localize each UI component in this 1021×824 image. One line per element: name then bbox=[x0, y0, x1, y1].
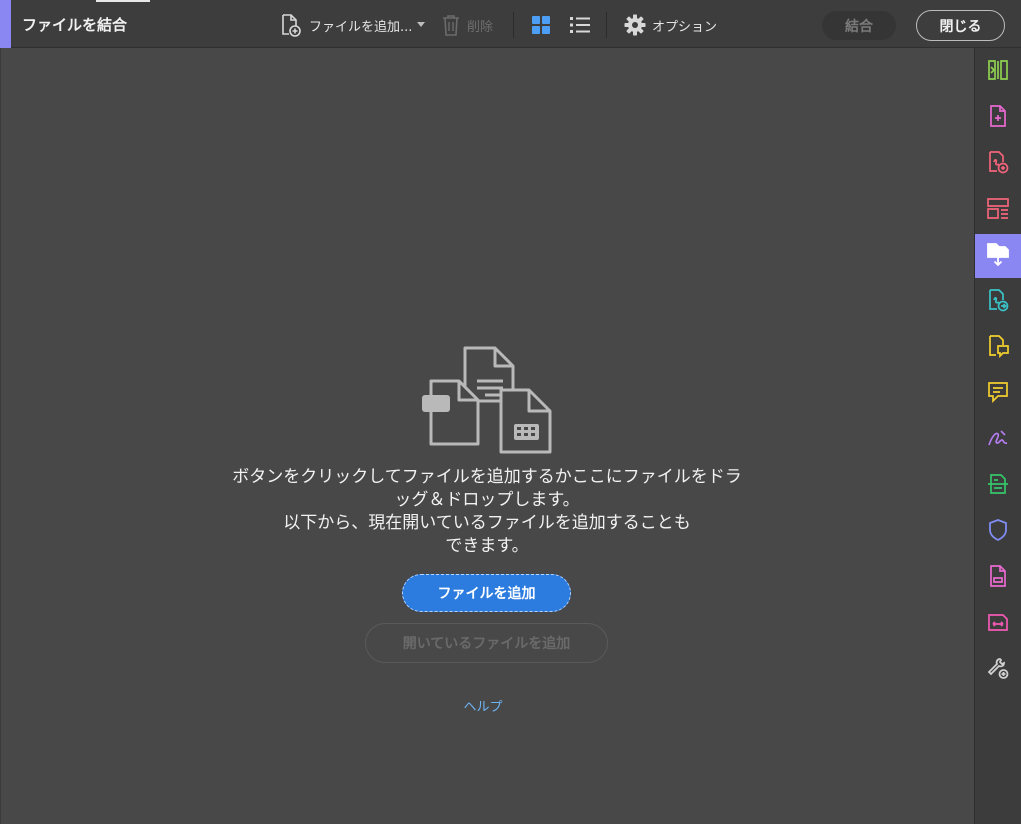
add-file-icon bbox=[279, 13, 303, 37]
tool-protect[interactable] bbox=[975, 510, 1021, 554]
message-line: ボタンをクリックしてファイルを追加するかここにファイルをドラ bbox=[232, 467, 742, 487]
top-toolbar: ファイルを結合 ファイルを追加... 削除 オプション 結合 閉じる bbox=[0, 0, 1021, 48]
tab-indicator bbox=[96, 0, 150, 2]
grid-view-button[interactable] bbox=[531, 11, 551, 39]
tool-organize-pages[interactable] bbox=[975, 188, 1021, 232]
tool-combine-files[interactable] bbox=[975, 234, 1021, 278]
combine-files-illustration bbox=[419, 345, 555, 461]
tools-rail bbox=[974, 48, 1021, 824]
more-tools-icon bbox=[986, 656, 1010, 684]
gear-icon bbox=[624, 14, 646, 36]
add-files-button[interactable]: ファイルを追加 bbox=[402, 574, 571, 612]
organize-pages-icon bbox=[986, 196, 1010, 224]
tool-more-tools[interactable] bbox=[975, 648, 1021, 692]
compare-files-icon bbox=[986, 58, 1010, 86]
toolbar-separator bbox=[513, 12, 514, 38]
send-for-review-icon bbox=[986, 288, 1010, 316]
window-title: ファイルを結合 bbox=[22, 16, 128, 34]
tool-redact[interactable] bbox=[975, 602, 1021, 646]
toolbar-separator bbox=[606, 12, 607, 38]
tool-comment[interactable] bbox=[975, 372, 1021, 416]
trash-icon bbox=[441, 13, 461, 37]
dropdown-caret-icon bbox=[417, 22, 426, 28]
options-label: オプション bbox=[652, 19, 718, 35]
create-pdf-icon bbox=[986, 104, 1010, 132]
comment-icon bbox=[986, 380, 1010, 408]
tool-fill-sign[interactable] bbox=[975, 418, 1021, 462]
tool-compare-files[interactable] bbox=[975, 50, 1021, 94]
add-files-label: ファイルを追加... bbox=[309, 19, 413, 35]
close-button[interactable]: 閉じる bbox=[916, 10, 1005, 41]
tool-send-for-review[interactable] bbox=[975, 280, 1021, 324]
window-accent-strip bbox=[0, 0, 11, 48]
delete-label: 削除 bbox=[467, 19, 494, 35]
add-files-menu-button[interactable]: ファイルを追加... bbox=[279, 11, 426, 39]
comment-file-icon bbox=[986, 334, 1010, 362]
tool-create-pdf[interactable] bbox=[975, 96, 1021, 140]
protect-icon bbox=[986, 518, 1010, 546]
tool-export-pdf[interactable] bbox=[975, 142, 1021, 186]
tool-comment-file[interactable] bbox=[975, 326, 1021, 370]
list-view-icon bbox=[569, 15, 591, 35]
tool-scan-ocr[interactable] bbox=[975, 464, 1021, 508]
print-production-icon bbox=[986, 564, 1010, 592]
grid-view-icon bbox=[531, 15, 551, 35]
message-line: ッグ＆ドロップします。 bbox=[394, 490, 580, 510]
combine-files-icon bbox=[985, 241, 1011, 271]
add-open-files-button[interactable]: 開いているファイルを追加 bbox=[365, 623, 608, 663]
message-line: 以下から、現在開いているファイルを追加することも bbox=[283, 513, 691, 533]
list-view-button[interactable] bbox=[569, 11, 591, 39]
message-line: できます。 bbox=[445, 536, 529, 556]
delete-button[interactable]: 削除 bbox=[441, 11, 493, 39]
redact-icon bbox=[986, 610, 1010, 638]
fill-sign-icon bbox=[986, 426, 1010, 454]
scan-ocr-icon bbox=[986, 472, 1010, 500]
options-button[interactable]: オプション bbox=[624, 11, 717, 39]
help-link[interactable]: ヘルプ bbox=[443, 696, 523, 715]
empty-state-message: ボタンをクリックしてファイルを追加するかここにファイルをドラ ッグ＆ドロップしま… bbox=[187, 466, 787, 558]
export-pdf-icon bbox=[986, 150, 1010, 178]
tool-print-production[interactable] bbox=[975, 556, 1021, 600]
combine-button[interactable]: 結合 bbox=[822, 11, 896, 40]
